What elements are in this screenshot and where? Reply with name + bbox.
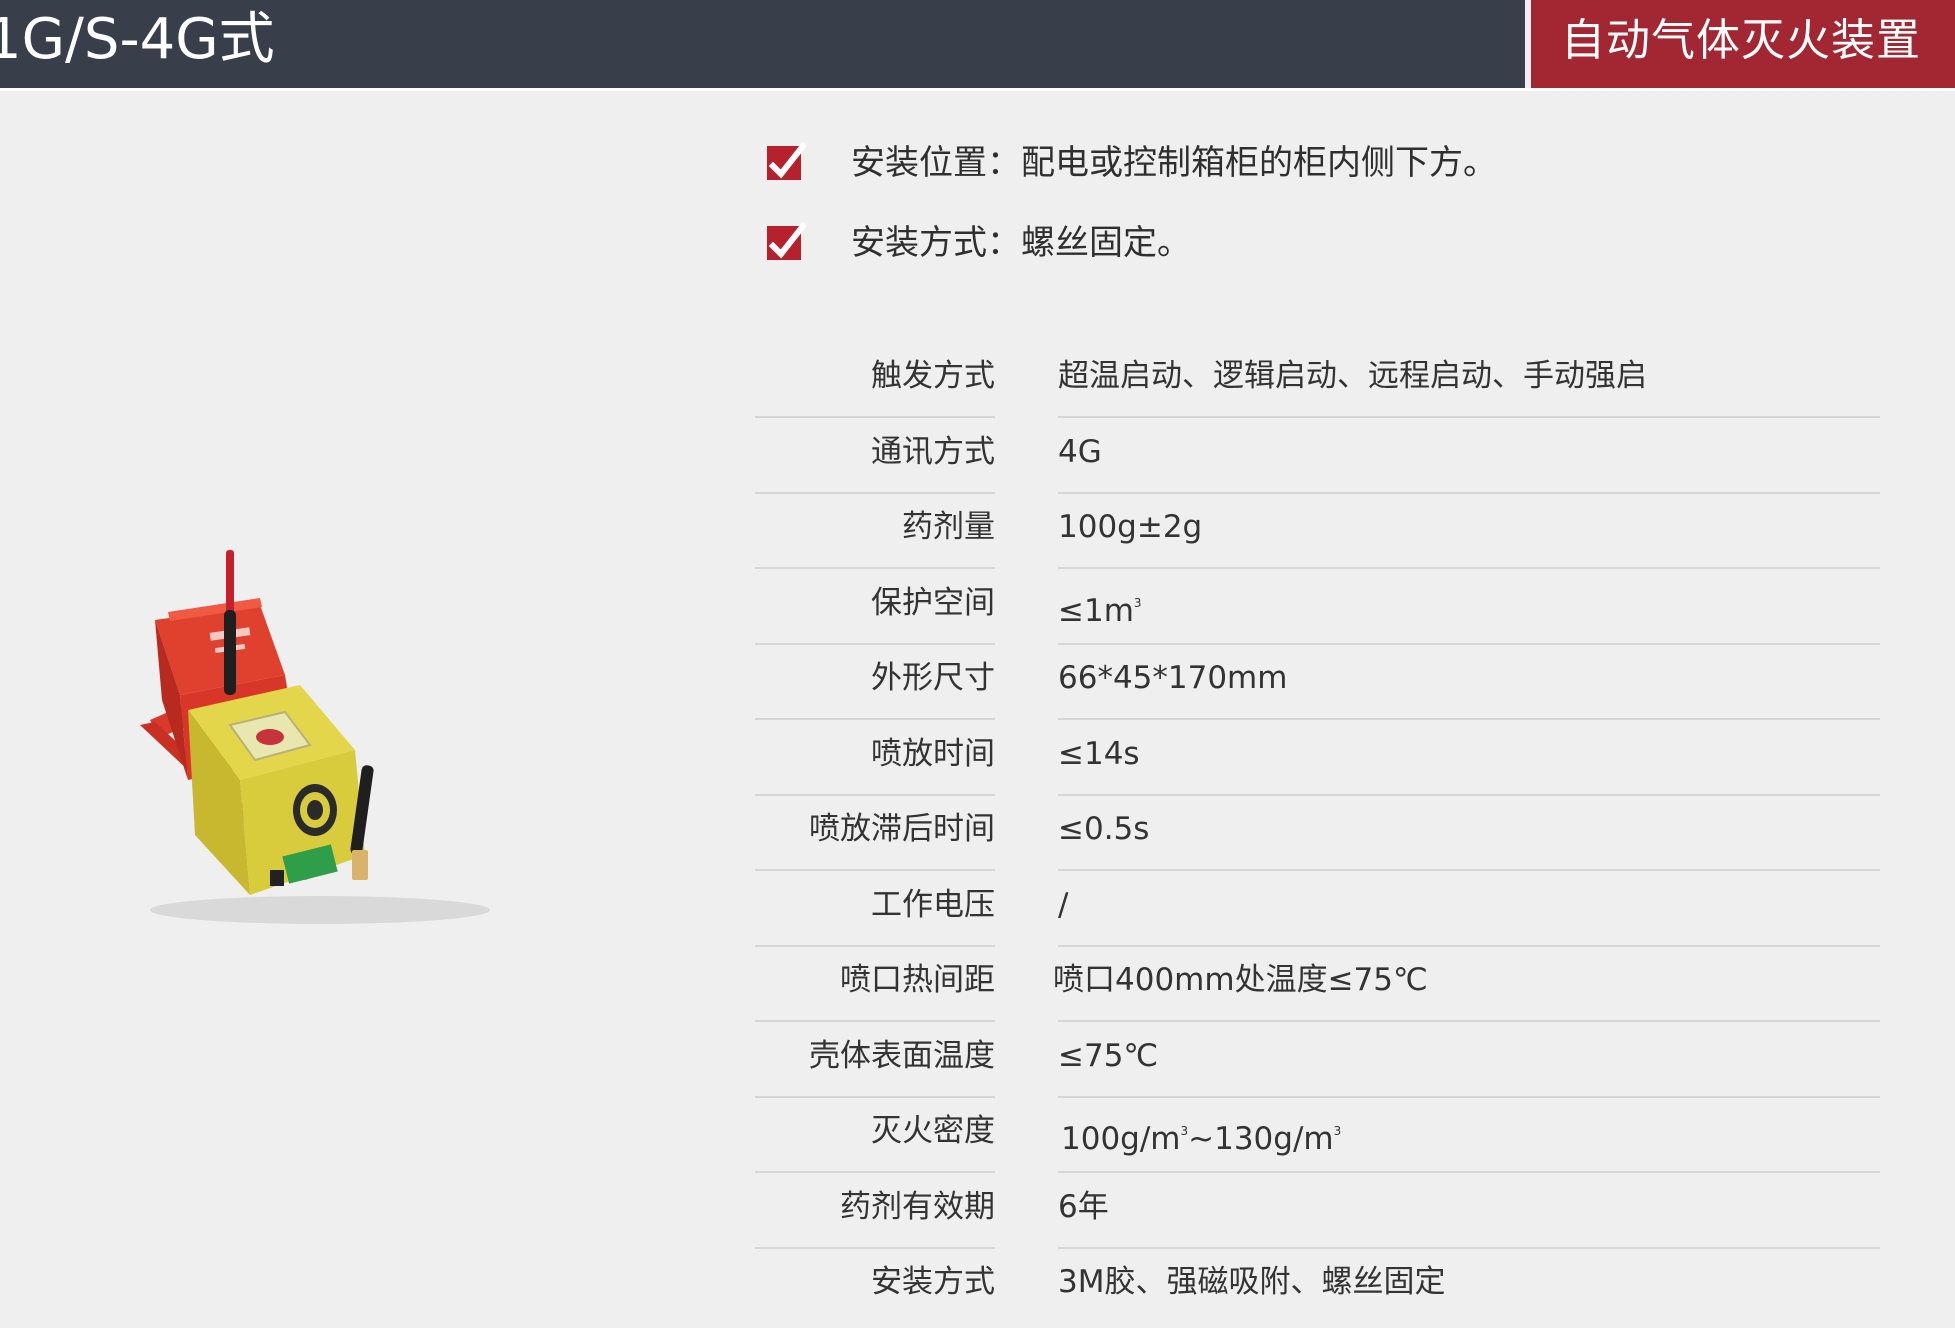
row-divider xyxy=(1058,718,1880,720)
spec-value: ≤14s xyxy=(1058,736,1140,772)
checkbox-checked-icon xyxy=(767,222,807,260)
spec-value: 4G xyxy=(1058,434,1102,470)
spec-label: 安装方式 xyxy=(871,1264,995,1300)
row-divider xyxy=(1058,869,1880,871)
header-bar: 1G/S-4G式 xyxy=(0,0,1525,88)
spec-value: 喷口400mm处温度≤75℃ xyxy=(1053,962,1428,998)
row-divider xyxy=(1058,1096,1880,1098)
superscript: 3 xyxy=(1333,1124,1342,1138)
spec-label: 工作电压 xyxy=(871,887,995,923)
spec-value: 100g/m3~130g/m3 xyxy=(1061,1101,1341,1161)
spec-value: 6年 xyxy=(1058,1189,1109,1225)
spec-label: 壳体表面温度 xyxy=(809,1038,995,1074)
spec-label: 喷放时间 xyxy=(871,736,995,772)
spec-value: ≤75℃ xyxy=(1058,1038,1159,1074)
spec-row-mounting: 安装方式 3M胶、强磁吸附、螺丝固定 xyxy=(755,1252,1880,1328)
spec-label: 喷口热间距 xyxy=(840,962,995,998)
spec-value: 100g±2g xyxy=(1058,509,1203,545)
category-badge: 自动气体灭火装置 xyxy=(1531,0,1955,88)
row-divider xyxy=(755,1171,995,1173)
spec-label: 喷放滞后时间 xyxy=(809,811,995,847)
spec-value-text: ≤1m xyxy=(1058,593,1134,629)
category-badge-text: 自动气体灭火装置 xyxy=(1561,15,1921,66)
spec-label: 灭火密度 xyxy=(871,1113,995,1149)
spec-row-voltage: 工作电压 / xyxy=(755,875,1880,951)
row-divider xyxy=(755,643,995,645)
spec-row-communication: 通讯方式 4G xyxy=(755,422,1880,498)
spec-label: 通讯方式 xyxy=(871,434,995,470)
row-divider xyxy=(1058,1247,1880,1249)
superscript: 3 xyxy=(1180,1124,1189,1138)
spec-value: 66*45*170mm xyxy=(1058,660,1288,696)
spec-value-text: 100g/m xyxy=(1061,1121,1181,1157)
spec-row-nozzle-distance: 喷口热间距 喷口400mm处温度≤75℃ xyxy=(755,950,1880,1026)
product-image xyxy=(140,550,490,924)
row-divider xyxy=(755,1247,995,1249)
spec-row-protection-space: 保护空间 ≤1m3 xyxy=(755,573,1880,649)
spec-row-density: 灭火密度 100g/m3~130g/m3 xyxy=(755,1101,1880,1177)
spec-row-discharge-time: 喷放时间 ≤14s xyxy=(755,724,1880,800)
row-divider xyxy=(755,718,995,720)
spec-row-discharge-delay: 喷放滞后时间 ≤0.5s xyxy=(755,799,1880,875)
spec-value: / xyxy=(1058,887,1069,923)
row-divider xyxy=(1058,492,1880,494)
spec-row-trigger: 触发方式 超温启动、逻辑启动、远程启动、手动强启 xyxy=(755,346,1880,422)
spec-row-dimensions: 外形尺寸 66*45*170mm xyxy=(755,648,1880,724)
checkbox-checked-icon xyxy=(767,142,807,180)
spec-value: 3M胶、强磁吸附、螺丝固定 xyxy=(1058,1264,1446,1300)
row-divider xyxy=(1058,1020,1880,1022)
header-divider xyxy=(0,88,1955,91)
row-divider xyxy=(755,492,995,494)
spec-row-agent-amount: 药剂量 100g±2g xyxy=(755,497,1880,573)
spec-label: 外形尺寸 xyxy=(871,660,995,696)
row-divider xyxy=(755,416,995,418)
bullet-text: 安装方式：螺丝固定。 xyxy=(851,223,1191,263)
spec-row-shelf-life: 药剂有效期 6年 xyxy=(755,1177,1880,1253)
spec-value: 超温启动、逻辑启动、远程启动、手动强启 xyxy=(1058,358,1647,394)
row-divider xyxy=(1058,794,1880,796)
row-divider xyxy=(755,1020,995,1022)
row-divider xyxy=(1058,1171,1880,1173)
spec-label: 药剂有效期 xyxy=(840,1189,995,1225)
spec-row-shell-temperature: 壳体表面温度 ≤75℃ xyxy=(755,1026,1880,1102)
row-divider xyxy=(755,794,995,796)
spec-label: 触发方式 xyxy=(871,358,995,394)
row-divider xyxy=(1058,643,1880,645)
row-divider xyxy=(755,567,995,569)
page-title: 1G/S-4G式 xyxy=(0,7,275,72)
row-divider xyxy=(755,1096,995,1098)
row-divider xyxy=(755,945,995,947)
spec-value: ≤1m3 xyxy=(1058,573,1142,633)
spec-value: ≤0.5s xyxy=(1058,811,1150,847)
spec-value-text: ~130g/m xyxy=(1188,1121,1334,1157)
spec-label: 保护空间 xyxy=(871,585,995,621)
superscript: 3 xyxy=(1133,596,1142,610)
row-divider xyxy=(755,869,995,871)
row-divider xyxy=(1058,416,1880,418)
spec-label: 药剂量 xyxy=(902,509,995,545)
row-divider xyxy=(1058,567,1880,569)
bullet-text: 安装位置：配电或控制箱柜的柜内侧下方。 xyxy=(851,143,1497,183)
row-divider xyxy=(1058,945,1880,947)
